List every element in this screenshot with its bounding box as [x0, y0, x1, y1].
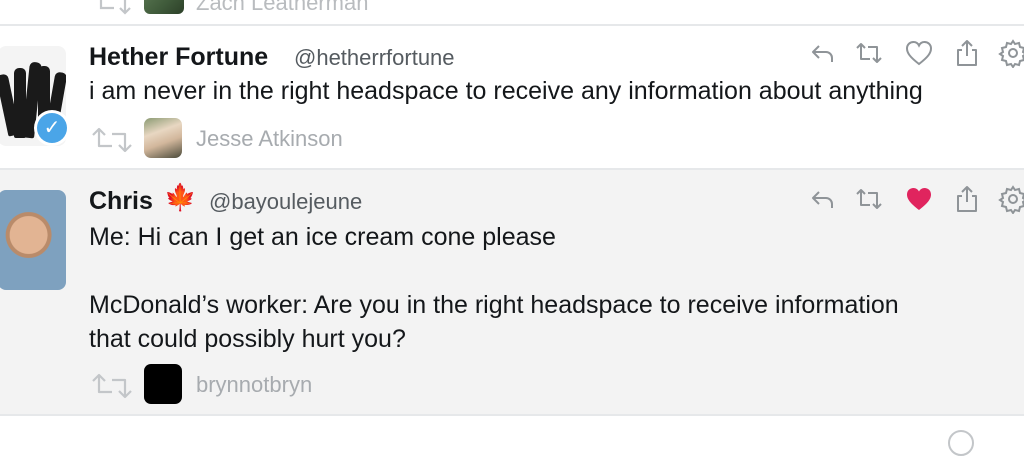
display-name[interactable]: Hether Fortune	[89, 43, 268, 72]
retweeter-avatar[interactable]	[144, 118, 182, 158]
tweet[interactable]: ✓ Hether Fortune @hetherrfortune i am ne…	[0, 26, 1024, 168]
maple-leaf-icon: 🍁	[164, 183, 197, 213]
gear-icon[interactable]	[998, 38, 1024, 69]
tweet[interactable]: Chris 🍁 @bayoulejeune Me: Hi can I get a…	[0, 170, 1024, 414]
like-icon[interactable]	[904, 38, 934, 68]
reply-icon[interactable]	[808, 38, 838, 68]
retweeter-name[interactable]: brynnotbryn	[196, 372, 312, 398]
retweet-icon	[92, 0, 134, 21]
tweet-actions	[808, 184, 1024, 215]
previous-tweet-footer: Zach Leatherman	[0, 0, 1024, 24]
verified-badge-icon: ✓	[34, 110, 70, 146]
retweeter-name[interactable]: Jesse Atkinson	[196, 126, 343, 152]
retweet-icon	[90, 372, 134, 405]
tweet-text: i am never in the right headspace to rec…	[89, 77, 923, 105]
next-tweet	[0, 416, 1024, 456]
handle[interactable]: @hetherrfortune	[294, 45, 455, 71]
share-icon[interactable]	[952, 38, 982, 68]
avatar[interactable]	[0, 190, 66, 290]
retweeter-avatar[interactable]	[144, 0, 184, 14]
retweet-icon[interactable]	[854, 38, 884, 68]
handle[interactable]: @bayoulejeune	[209, 189, 362, 215]
retweeter-avatar[interactable]	[144, 364, 182, 404]
share-icon[interactable]	[952, 184, 982, 214]
retweet-icon[interactable]	[854, 184, 884, 214]
tweet-text: Me: Hi can I get an ice cream cone pleas…	[89, 223, 899, 353]
retweeter-name[interactable]: Zach Leatherman	[196, 0, 368, 16]
gear-icon[interactable]	[998, 184, 1024, 215]
reply-icon[interactable]	[808, 184, 838, 214]
like-icon-active[interactable]	[904, 184, 934, 214]
retweet-icon	[90, 126, 134, 159]
tweet-actions	[808, 38, 1024, 69]
display-name[interactable]: Chris	[89, 187, 153, 216]
